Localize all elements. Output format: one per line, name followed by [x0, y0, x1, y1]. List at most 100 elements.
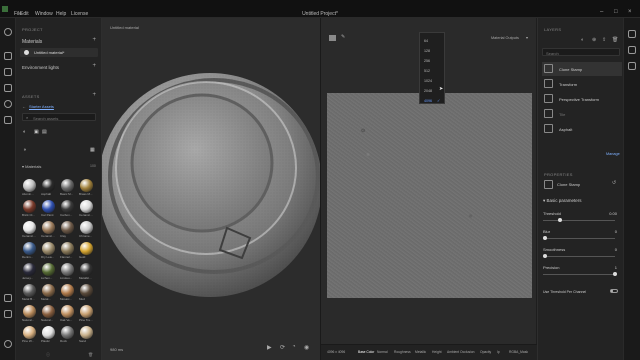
- material-tile[interactable]: Chrome...: [79, 221, 95, 239]
- minimize-icon[interactable]: –: [600, 9, 603, 15]
- add-material-icon[interactable]: +: [92, 37, 96, 43]
- transform-tool-icon[interactable]: [4, 84, 12, 92]
- delete-layer-icon[interactable]: 🗑: [612, 37, 618, 43]
- filter-image-icon[interactable]: ▣: [34, 129, 39, 135]
- slider-handle[interactable]: [543, 254, 547, 258]
- material-tile[interactable]: Metal...: [41, 284, 57, 302]
- material-tile[interactable]: Asphalt: [41, 179, 57, 197]
- sphere-mode-icon[interactable]: ◉: [304, 344, 309, 351]
- tab-ip[interactable]: Ip: [497, 350, 500, 354]
- material-tile[interactable]: Ceramic...: [22, 221, 38, 239]
- resolution-option[interactable]: 128: [424, 49, 430, 53]
- resolution-option[interactable]: 64: [424, 39, 428, 43]
- tab-opacity[interactable]: Opacity: [480, 350, 491, 354]
- share-icon[interactable]: [4, 294, 12, 302]
- resolution-dropdown[interactable]: 64 128 256 512 1024 2048 4096 ✓ ➤: [419, 32, 445, 104]
- close-icon[interactable]: ×: [628, 9, 632, 15]
- properties-icon[interactable]: [628, 46, 636, 54]
- material-tile[interactable]: Flannel...: [60, 242, 76, 260]
- filter-folder-icon[interactable]: ▤: [42, 129, 47, 135]
- param-slider[interactable]: [543, 236, 615, 240]
- add-asset-icon[interactable]: +: [92, 92, 96, 98]
- resolution-option[interactable]: 2048: [424, 89, 432, 93]
- select-tool-icon[interactable]: [4, 52, 12, 60]
- asset-search-input[interactable]: ⌕ Search assets: [22, 113, 96, 121]
- resolution-option[interactable]: 4096: [424, 99, 432, 103]
- delete-icon[interactable]: 🗑: [88, 352, 93, 357]
- texture-preview[interactable]: ⊙: [327, 93, 532, 298]
- color-swatch-icon[interactable]: [329, 35, 336, 41]
- history-icon[interactable]: [628, 62, 636, 70]
- material-tile[interactable]: Plastic: [41, 326, 57, 344]
- material-tile[interactable]: Car Paint: [41, 200, 57, 218]
- channel-select[interactable]: Material Outputs: [491, 36, 519, 40]
- tab-normal[interactable]: Normal: [377, 350, 388, 354]
- material-tile[interactable]: Mud: [79, 284, 95, 302]
- add-layer-icon[interactable]: ⊕: [592, 37, 596, 43]
- tab-base-color[interactable]: Base Color: [358, 350, 374, 354]
- reset-icon[interactable]: ↺: [612, 180, 616, 186]
- layer-search-input[interactable]: Search: [542, 48, 620, 56]
- maximize-icon[interactable]: □: [614, 9, 618, 15]
- threshold-toggle[interactable]: [610, 289, 618, 293]
- material-tile[interactable]: Natural...: [41, 305, 57, 323]
- param-slider[interactable]: [543, 218, 615, 222]
- slider-handle[interactable]: [558, 218, 563, 222]
- resolution-option[interactable]: 512: [424, 69, 430, 73]
- manage-link[interactable]: Manage: [606, 152, 620, 156]
- material-tile[interactable]: Rock: [60, 326, 76, 344]
- material-tile[interactable]: Gold: [79, 242, 95, 260]
- material-tile[interactable]: Dry Lea...: [41, 242, 57, 260]
- tab-roughness[interactable]: Roughness: [394, 350, 411, 354]
- slider-handle[interactable]: [543, 236, 547, 240]
- mask-icon[interactable]: ◐: [581, 37, 584, 43]
- param-value[interactable]: 0: [615, 247, 617, 252]
- material-tile[interactable]: Brass M...: [79, 179, 95, 197]
- material-tile[interactable]: Pine W...: [22, 326, 38, 344]
- resolution-option[interactable]: 1024: [424, 79, 432, 83]
- material-tile[interactable]: Lichen...: [41, 263, 57, 281]
- param-slider[interactable]: [543, 254, 615, 258]
- viewport-3d[interactable]: Untitled material 980 ms ▶ ⟳ ◔ ◉: [102, 18, 320, 360]
- tab-ambient-occlusion[interactable]: Ambient Occlusion: [447, 350, 475, 354]
- crop-tool-icon[interactable]: [4, 68, 12, 76]
- settings-icon[interactable]: [4, 28, 12, 36]
- clone-tool-icon[interactable]: [4, 100, 12, 108]
- add-env-icon[interactable]: +: [92, 63, 96, 69]
- layers-icon[interactable]: [628, 30, 636, 38]
- material-tile[interactable]: Carbon...: [60, 200, 76, 218]
- breadcrumb[interactable]: Starter Assets: [29, 104, 54, 109]
- tab-height[interactable]: Height: [432, 350, 442, 354]
- rotate-icon[interactable]: ⟳: [280, 344, 285, 351]
- material-tile[interactable]: Jersey...: [22, 263, 38, 281]
- param-value[interactable]: 0: [615, 229, 617, 234]
- resolution-option[interactable]: 256: [424, 59, 430, 63]
- material-tile[interactable]: Sand: [79, 326, 95, 344]
- material-tile[interactable]: Basic M...: [60, 179, 76, 197]
- material-tile[interactable]: Alumin...: [22, 179, 38, 197]
- asset-info-icon[interactable]: ⓘ: [46, 352, 50, 358]
- param-slider[interactable]: [543, 272, 617, 276]
- filter-sphere-icon[interactable]: ◐: [23, 129, 26, 135]
- tab-rgba-mask[interactable]: RGBA_Mask: [509, 350, 528, 354]
- camera-icon[interactable]: ▶: [267, 344, 272, 351]
- material-tile[interactable]: Clay: [60, 221, 76, 239]
- layer-item[interactable]: Asphalt: [542, 122, 622, 136]
- view-toggle-icon[interactable]: ◑: [23, 147, 26, 153]
- layer-item[interactable]: Perspective Transform: [542, 92, 622, 106]
- material-tile[interactable]: Metallic...: [79, 263, 95, 281]
- param-value[interactable]: 1: [615, 265, 617, 270]
- layer-item[interactable]: Clone Stamp: [542, 62, 622, 76]
- material-tile[interactable]: Metal B...: [22, 284, 38, 302]
- light-icon[interactable]: ◔: [292, 344, 296, 350]
- material-tile[interactable]: Brick Cl...: [22, 200, 38, 218]
- material-tile[interactable]: Pine Tre...: [79, 305, 95, 323]
- material-tile[interactable]: Natural...: [22, 305, 38, 323]
- paint-tool-icon[interactable]: [4, 116, 12, 124]
- layer-item[interactable]: Tile: [542, 107, 622, 121]
- back-arrow-icon[interactable]: ←: [22, 104, 26, 109]
- material-tile[interactable]: Oak Ve...: [60, 305, 76, 323]
- material-tile[interactable]: Linoleu...: [60, 263, 76, 281]
- info-icon[interactable]: [4, 340, 12, 348]
- material-tile[interactable]: Ceramic...: [41, 221, 57, 239]
